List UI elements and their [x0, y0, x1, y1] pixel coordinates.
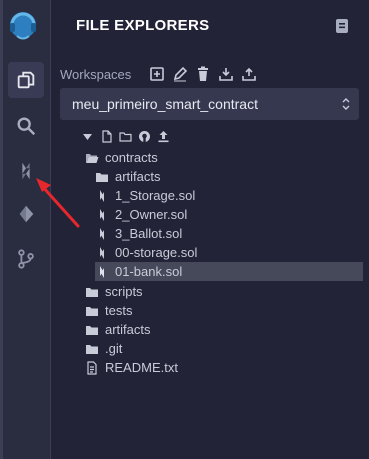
new-file-icon[interactable] — [100, 130, 113, 143]
text-file-icon — [85, 360, 99, 375]
workspaces-label: Workspaces — [60, 67, 132, 82]
tree-item-label: README.txt — [105, 360, 178, 375]
solidity-file-icon — [95, 227, 109, 241]
git-icon[interactable] — [8, 241, 44, 277]
upload-file-icon[interactable] — [157, 130, 170, 143]
file-1-storage[interactable]: 1_Storage.sol — [95, 186, 363, 205]
file-explorer-icon[interactable] — [8, 62, 44, 98]
tree-item-label: artifacts — [105, 322, 151, 337]
workspace-actions — [149, 66, 257, 82]
solidity-file-icon — [95, 208, 109, 222]
folder-icon — [95, 170, 109, 184]
tree-item-label: 2_Owner.sol — [115, 207, 188, 222]
tree-item-label: scripts — [105, 284, 143, 299]
folder-tests[interactable]: tests — [85, 301, 363, 320]
file-00-storage[interactable]: 00-storage.sol — [95, 243, 363, 262]
tree-item-label: tests — [105, 303, 133, 318]
tree-item-label: 3_Ballot.sol — [115, 226, 183, 241]
create-workspace-icon[interactable] — [149, 66, 165, 82]
documentation-icon[interactable] — [335, 18, 349, 34]
folder-open-icon — [85, 151, 99, 165]
new-folder-icon[interactable] — [119, 130, 132, 143]
folder-icon — [85, 342, 99, 356]
file-readme[interactable]: README.txt — [85, 358, 363, 377]
tree-item-label: .git — [105, 341, 123, 356]
tree-item-label: 01-bank.sol — [115, 264, 183, 279]
folder-icon — [85, 304, 99, 318]
file-01-bank[interactable]: 01-bank.sol — [95, 262, 363, 281]
select-caret-icon — [342, 98, 350, 110]
download-workspace-icon[interactable] — [218, 66, 234, 82]
collapse-caret-icon[interactable] — [81, 130, 94, 143]
folder-scripts[interactable]: scripts — [85, 282, 363, 301]
folder-contracts[interactable]: contracts — [85, 148, 363, 167]
annotation-arrow — [36, 178, 80, 228]
tree-toolbar — [81, 130, 170, 143]
search-icon[interactable] — [8, 108, 44, 144]
delete-workspace-icon[interactable] — [195, 66, 211, 82]
file-2-owner[interactable]: 2_Owner.sol — [95, 205, 363, 224]
file-explorer-panel: FILE EXPLORERS Workspaces meu_primeiro_s… — [51, 0, 369, 459]
rail-edge — [0, 0, 3, 459]
workspace-selected-value: meu_primeiro_smart_contract — [72, 96, 258, 112]
panel-title: FILE EXPLORERS — [76, 17, 210, 34]
folder-artifacts[interactable]: artifacts — [95, 167, 363, 186]
solidity-file-icon — [95, 265, 109, 279]
tree-item-label: 00-storage.sol — [115, 245, 198, 260]
remix-logo-icon[interactable] — [5, 8, 41, 44]
rename-workspace-icon[interactable] — [172, 66, 188, 82]
folder-git[interactable]: .git — [85, 339, 363, 358]
restore-workspace-icon[interactable] — [241, 66, 257, 82]
folder-icon — [85, 323, 99, 337]
file-3-ballot[interactable]: 3_Ballot.sol — [95, 224, 363, 243]
solidity-file-icon — [95, 189, 109, 203]
folder-icon — [85, 285, 99, 299]
tree-item-label: contracts — [105, 150, 158, 165]
folder-artifacts-root[interactable]: artifacts — [85, 320, 363, 339]
workspace-select[interactable]: meu_primeiro_smart_contract — [60, 88, 359, 120]
solidity-file-icon — [95, 246, 109, 260]
tree-item-label: 1_Storage.sol — [115, 188, 196, 203]
tree-item-label: artifacts — [115, 169, 161, 184]
github-icon[interactable] — [138, 130, 151, 143]
